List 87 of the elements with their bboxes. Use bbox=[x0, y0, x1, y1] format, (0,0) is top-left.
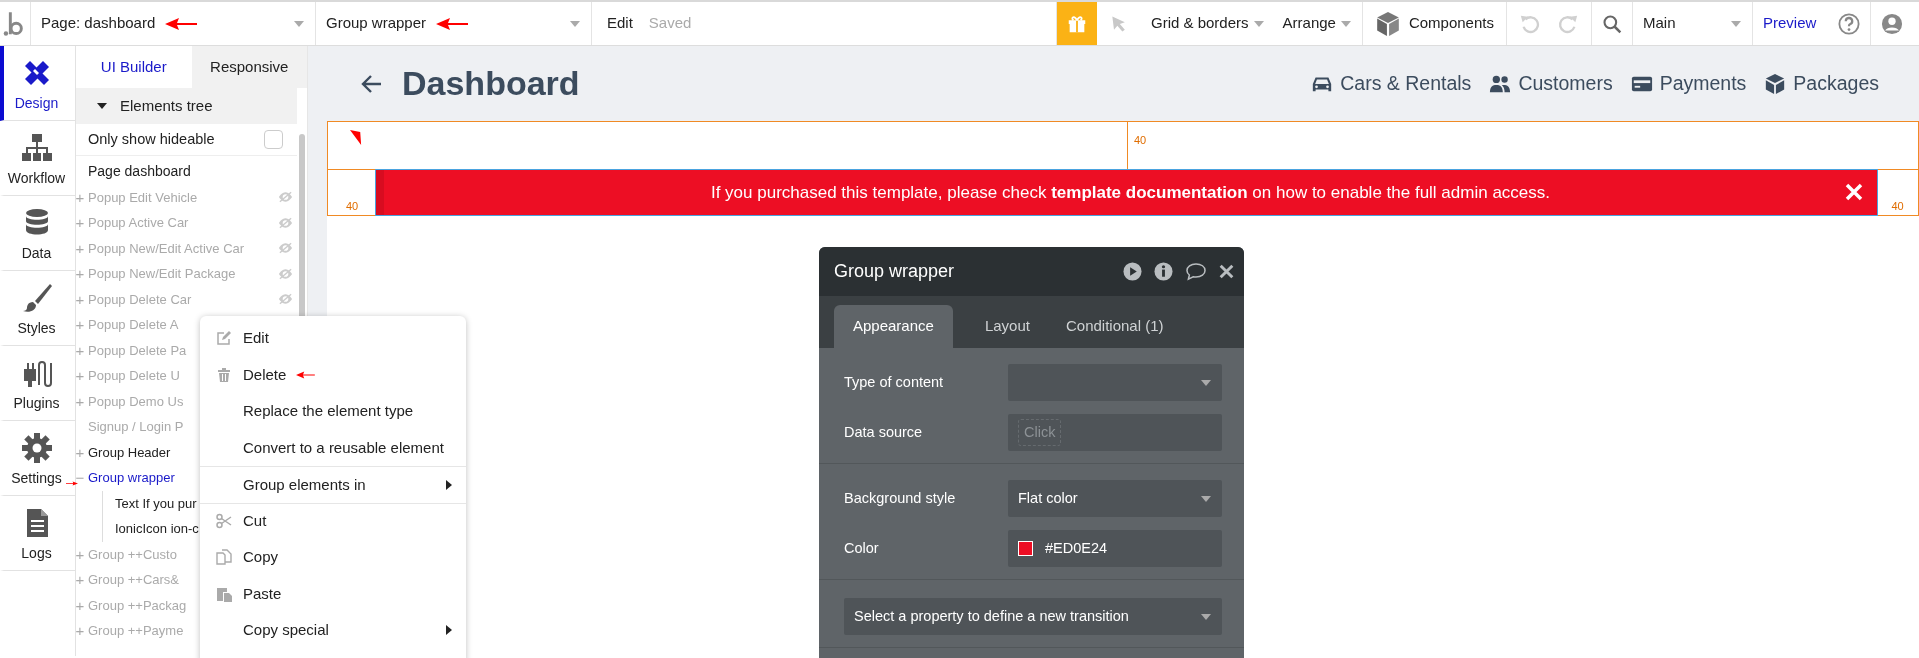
submenu-caret-icon bbox=[446, 479, 452, 490]
filter-label: Only show hideable bbox=[88, 129, 215, 149]
edit-menu[interactable]: Edit bbox=[607, 12, 633, 35]
dropdown[interactable]: Select a property to define a new transition bbox=[844, 598, 1222, 635]
branch-dropdown[interactable]: Main bbox=[1633, 2, 1753, 45]
preview-link[interactable]: Preview bbox=[1763, 12, 1817, 35]
copy-icon bbox=[216, 549, 232, 566]
color-field[interactable]: #ED0E24 bbox=[1008, 530, 1222, 567]
annotation-arrow-icon bbox=[165, 17, 200, 30]
nav-rail-item[interactable]: Design bbox=[0, 46, 75, 121]
cube-icon bbox=[1374, 10, 1401, 37]
save-status: Saved bbox=[648, 13, 692, 34]
caret-icon bbox=[1730, 19, 1742, 28]
field-label: Background style bbox=[844, 488, 957, 508]
checkbox[interactable] bbox=[264, 130, 283, 149]
nav-link[interactable]: Customers bbox=[1489, 68, 1613, 99]
dropdown[interactable] bbox=[1008, 364, 1222, 401]
panel-title: Group wrapper bbox=[834, 260, 955, 283]
sitemap-icon bbox=[20, 132, 53, 164]
page-title: Dashboard bbox=[402, 63, 580, 104]
tree-item[interactable]: Text If you pur bbox=[115, 493, 197, 513]
hidden-eye-icon[interactable] bbox=[278, 216, 293, 229]
components-button[interactable]: Components bbox=[1374, 10, 1494, 37]
tree-item[interactable]: IonicIcon ion-c bbox=[115, 519, 199, 539]
field-label: Type of content bbox=[844, 372, 945, 392]
menu-item[interactable]: Group elements in bbox=[200, 466, 466, 503]
caret-icon bbox=[1339, 19, 1352, 28]
caret-icon bbox=[1252, 19, 1265, 28]
spacing-label: 40 bbox=[1890, 198, 1905, 214]
hidden-eye-icon[interactable] bbox=[278, 242, 293, 255]
avatar-icon[interactable] bbox=[1881, 12, 1904, 35]
tree-header[interactable]: Elements tree bbox=[76, 88, 297, 124]
grid-menu[interactable]: Grid & borders bbox=[1151, 12, 1265, 35]
nav-link[interactable]: Payments bbox=[1630, 68, 1747, 99]
menu-item[interactable]: Edit bbox=[200, 320, 466, 357]
annotation-arrow-icon bbox=[350, 128, 363, 147]
annotation-arrow-icon bbox=[296, 369, 317, 380]
scissors-icon bbox=[216, 513, 232, 530]
tree-item[interactable]: Page dashboard bbox=[88, 161, 191, 183]
spacing-label: 40 bbox=[1133, 133, 1148, 148]
menu-item[interactable]: Delete bbox=[200, 356, 466, 393]
trash-icon bbox=[216, 366, 232, 383]
menu-item[interactable]: Convert to a reusable element bbox=[200, 429, 466, 466]
gift-button[interactable] bbox=[1057, 2, 1097, 45]
menu-item[interactable]: Paste bbox=[200, 575, 466, 612]
caret-icon bbox=[1200, 494, 1212, 503]
panel-tab[interactable]: Responsive bbox=[191, 46, 307, 88]
dropdown[interactable]: Flat color bbox=[1008, 480, 1222, 517]
spacing-label: 40 bbox=[344, 198, 360, 214]
info-icon[interactable] bbox=[1154, 262, 1173, 281]
hidden-eye-icon[interactable] bbox=[278, 293, 293, 306]
field-label: Data source bbox=[844, 422, 924, 442]
color-swatch[interactable] bbox=[1018, 541, 1033, 556]
close-icon[interactable] bbox=[1219, 264, 1234, 279]
annotation-arrow-icon bbox=[436, 17, 471, 30]
nav-link[interactable]: Packages bbox=[1764, 68, 1879, 99]
tree-item[interactable]: Group wrapper bbox=[88, 468, 175, 488]
caret-icon bbox=[569, 19, 581, 28]
caret-icon bbox=[96, 102, 108, 110]
caret-icon bbox=[1200, 612, 1212, 621]
caret-icon bbox=[1200, 378, 1212, 387]
cube-icon bbox=[1764, 72, 1787, 95]
menu-item[interactable]: Copy special bbox=[200, 612, 466, 649]
tree-item[interactable]: Group Header bbox=[88, 442, 171, 462]
panel-tab[interactable]: Appearance bbox=[834, 305, 953, 348]
hidden-eye-icon[interactable] bbox=[278, 191, 293, 204]
paste-icon bbox=[216, 585, 232, 602]
search-icon[interactable] bbox=[1602, 13, 1622, 34]
menu-item[interactable]: Replace the element type bbox=[200, 393, 466, 430]
panel-tab[interactable]: Layout bbox=[966, 305, 1048, 348]
menu-item[interactable]: Cut bbox=[200, 502, 466, 539]
play-icon[interactable] bbox=[1123, 262, 1142, 281]
menu-item[interactable]: Copy bbox=[200, 539, 466, 576]
gear-icon bbox=[20, 432, 53, 464]
edit-icon bbox=[216, 330, 232, 347]
submenu-caret-icon bbox=[446, 625, 452, 636]
element-dropdown[interactable]: Group wrapper bbox=[316, 2, 592, 45]
caret-icon bbox=[293, 19, 305, 28]
field-label: Color bbox=[844, 538, 880, 558]
banner-text: If you purchased this template, please check template documentation on how to enable the full admin access. bbox=[710, 181, 1551, 204]
arrange-menu[interactable]: Arrange bbox=[1282, 12, 1352, 35]
panel-tab[interactable]: Conditional (1) bbox=[1047, 305, 1182, 348]
help-icon[interactable] bbox=[1838, 12, 1861, 35]
hidden-eye-icon[interactable] bbox=[278, 267, 293, 280]
nav-link[interactable]: Cars & Rentals bbox=[1311, 68, 1472, 99]
comment-icon[interactable] bbox=[1185, 262, 1207, 281]
page-dropdown[interactable]: Page: dashboard bbox=[31, 2, 316, 45]
